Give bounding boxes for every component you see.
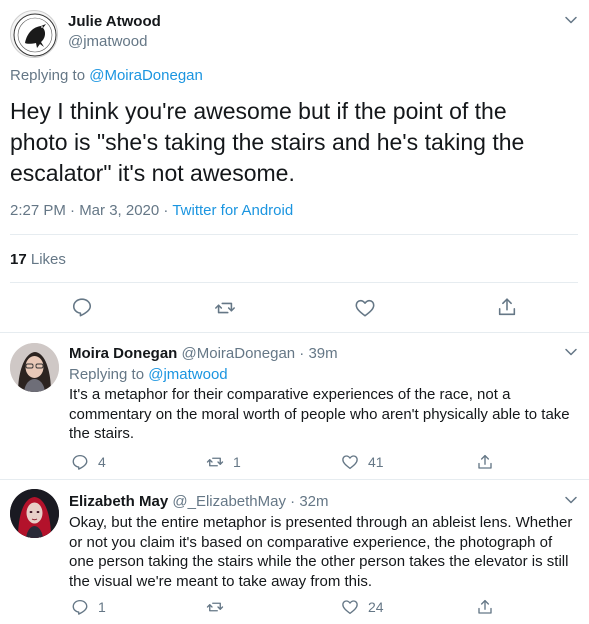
likes-label: Likes (30, 251, 66, 268)
tweet-text: Hey I think you're awesome but if the po… (10, 98, 525, 186)
raven-logo-icon (13, 13, 57, 57)
avatar[interactable] (10, 343, 59, 392)
reply-count: 1 (98, 599, 106, 615)
retweet-action[interactable]: 1 (206, 452, 241, 472)
likes-number: 17 (10, 251, 27, 268)
profile-photo-icon (10, 489, 59, 538)
replying-prefix: Replying to (10, 67, 86, 84)
author-handle[interactable]: @jmatwood (68, 33, 147, 50)
replying-to-link[interactable]: @MoiraDonegan (89, 67, 203, 84)
share-icon[interactable] (496, 296, 518, 318)
reply-icon (72, 454, 88, 470)
reply-author-line: Moira Donegan @MoiraDonegan · 39m (69, 345, 338, 362)
retweet-action[interactable] (206, 597, 233, 617)
reply-author-line: Elizabeth May @_ElizabethMay · 32m (69, 493, 329, 510)
reply-handle-time[interactable]: @_ElizabethMay · 32m (172, 493, 328, 510)
replying-to: Replying to @MoiraDonegan (10, 67, 203, 84)
share-action[interactable] (476, 452, 503, 472)
divider (10, 234, 578, 235)
reply-handle-time[interactable]: @MoiraDonegan · 39m (182, 345, 338, 362)
share-icon (478, 599, 492, 614)
avatar[interactable] (10, 489, 59, 538)
like-icon[interactable] (354, 297, 376, 319)
tweet-meta: 2:27 PM · Mar 3, 2020 · Twitter for Andr… (10, 202, 293, 219)
chevron-down-icon[interactable] (563, 12, 579, 28)
likes-count[interactable]: 17 Likes (10, 251, 66, 268)
reply-icon[interactable] (71, 296, 93, 318)
replying-to-link[interactable]: @jmatwood (148, 366, 227, 383)
retweet-icon (206, 457, 224, 467)
replying-prefix: Replying to (69, 366, 145, 383)
tweet-source[interactable]: Twitter for Android (172, 202, 293, 219)
tweet-timestamp[interactable]: 2:27 PM · Mar 3, 2020 · (10, 202, 172, 219)
reply-text: It's a metaphor for their comparative ex… (69, 386, 570, 442)
reply-count: 4 (98, 454, 106, 470)
reply-text: Okay, but the entire metaphor is present… (69, 514, 573, 590)
share-icon (478, 454, 492, 469)
like-icon (342, 455, 358, 470)
replying-to: Replying to @jmatwood (69, 366, 228, 383)
reply-action[interactable]: 1 (71, 597, 106, 617)
main-tweet: Julie Atwood @jmatwood Replying to @Moir… (0, 0, 589, 335)
retweet-count: 1 (233, 454, 241, 470)
reply-tweet[interactable]: Elizabeth May @_ElizabethMay · 32m Okay,… (0, 480, 589, 624)
like-count: 41 (368, 454, 384, 470)
reply-tweet[interactable]: Moira Donegan @MoiraDonegan · 39m Replyi… (0, 335, 589, 480)
author-name[interactable]: Julie Atwood (68, 13, 161, 30)
avatar[interactable] (10, 10, 58, 58)
reply-action[interactable]: 4 (71, 452, 106, 472)
like-action[interactable]: 41 (341, 452, 384, 472)
retweet-icon (206, 602, 224, 612)
like-count: 24 (368, 599, 384, 615)
profile-photo-icon (10, 343, 59, 392)
retweet-icon[interactable] (214, 297, 236, 319)
like-action[interactable]: 24 (341, 597, 384, 617)
chevron-down-icon[interactable] (563, 344, 579, 360)
divider (0, 332, 589, 333)
reply-icon (72, 599, 88, 615)
like-icon (342, 600, 358, 615)
divider (10, 282, 578, 283)
reply-author-name[interactable]: Elizabeth May (69, 493, 168, 510)
chevron-down-icon[interactable] (563, 492, 579, 508)
reply-author-name[interactable]: Moira Donegan (69, 345, 177, 362)
share-action[interactable] (476, 597, 503, 617)
